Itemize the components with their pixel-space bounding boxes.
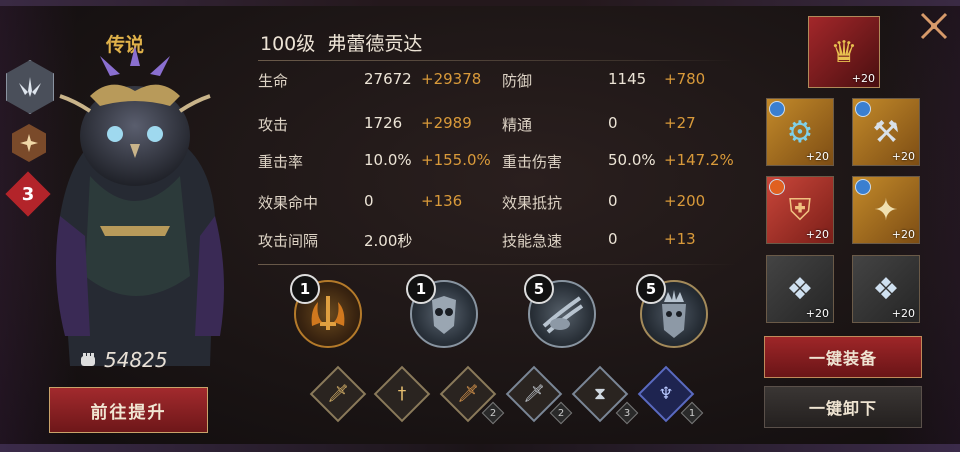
skill-level: 1: [290, 274, 320, 304]
hero-level: 100级: [260, 33, 316, 55]
stat-value: 0: [364, 192, 374, 210]
enhance-level: +20: [851, 72, 875, 85]
enhance-level: +20: [805, 307, 829, 320]
stat-label: 防御: [502, 72, 533, 90]
hero-portrait: [56, 46, 224, 366]
equip-slot-hammer[interactable]: ⚒ +20: [852, 98, 920, 166]
skill-level: 1: [406, 274, 436, 304]
hero-title: 100级 弗蕾德贡达: [260, 29, 422, 56]
equip-slot-crystal-1[interactable]: ❖ +20: [766, 255, 834, 323]
stat-label: 效果命中: [258, 194, 319, 212]
upgrade-button[interactable]: 前往提升: [49, 387, 208, 433]
stat-label: 精通: [502, 116, 533, 134]
stat-row: 生命 27672 +29378 防御 1145 +780: [258, 70, 738, 104]
rune-count: 1: [688, 407, 696, 419]
stat-bonus: +2989: [421, 114, 472, 132]
stat-bonus: +200: [664, 192, 706, 210]
stat-label: 生命: [258, 72, 289, 90]
stat-bonus: +13: [664, 230, 696, 248]
equip-slot-gauntlet[interactable]: ⚙ +20: [766, 98, 834, 166]
stat-bonus: +780: [664, 70, 706, 88]
stat-label: 技能急速: [502, 232, 563, 250]
stat-label: 攻击: [258, 116, 289, 134]
stat-bonus: +27: [664, 114, 696, 132]
stat-value: 2.00秒: [364, 232, 413, 250]
sword-icon: 🗡: [327, 384, 349, 404]
skill-3[interactable]: 5: [524, 274, 596, 348]
rune-count: 3: [623, 407, 631, 419]
bottom-border: [0, 444, 960, 452]
stat-row: 攻击 1726 +2989 精通 0 +27: [258, 114, 738, 148]
crown-icon: ♛: [830, 34, 858, 70]
skill-level: 5: [524, 274, 554, 304]
hero-name: 弗蕾德贡达: [327, 33, 423, 55]
stat-value: 1726: [364, 114, 403, 132]
stat-value: 0: [608, 192, 618, 210]
stat-value: 1145: [608, 70, 647, 88]
blade-icon: 🗡: [523, 384, 545, 404]
stat-label: 效果抵抗: [502, 194, 563, 212]
rune-count: 2: [557, 407, 565, 419]
stat-bonus: +147.2%: [664, 151, 734, 169]
flame-sword-icon: 🗡: [457, 384, 479, 404]
divider: [258, 60, 736, 61]
skill-4[interactable]: 5: [636, 274, 708, 348]
stat-row: 攻击间隔 2.00秒 技能急速 0 +13: [258, 230, 738, 264]
stat-bonus: +136: [421, 192, 463, 210]
close-icon[interactable]: [916, 8, 952, 44]
owl-emblem-icon: ♆: [658, 384, 674, 404]
unequip-all-button[interactable]: 一键卸下: [764, 386, 922, 428]
enhance-level: +20: [891, 307, 915, 320]
stat-value: 50.0%: [608, 151, 656, 169]
stat-value: 27672: [364, 70, 412, 88]
stat-bonus: +29378: [421, 70, 482, 88]
equip-all-button[interactable]: 一键装备: [764, 336, 922, 378]
hourglass-icon: ⧗: [594, 384, 606, 404]
stat-value: 0: [608, 114, 618, 132]
stat-bonus: +155.0%: [421, 151, 491, 169]
skill-1[interactable]: 1: [290, 274, 362, 348]
stat-value: 0: [608, 230, 618, 248]
hero-panel: 传说 3 54825 前往提升: [0, 6, 250, 444]
enhance-level: +20: [891, 150, 915, 163]
skill-level: 5: [636, 274, 666, 304]
enhance-level: +20: [805, 150, 829, 163]
stat-label: 重击率: [258, 153, 304, 171]
divider: [258, 264, 736, 265]
skill-2[interactable]: 1: [406, 274, 478, 348]
stat-row: 重击率 10.0% +155.0% 重击伤害 50.0% +147.2%: [258, 151, 738, 185]
combat-power-value: 54825: [104, 348, 168, 372]
sword-ground-icon: †: [397, 384, 407, 404]
equip-slot-crystal-2[interactable]: ❖ +20: [852, 255, 920, 323]
fist-icon: [81, 353, 95, 366]
equip-slot-bracer[interactable]: ✦ +20: [852, 176, 920, 244]
enhance-level: +20: [805, 228, 829, 241]
equip-slot-crown[interactable]: ♛ +20: [808, 16, 880, 88]
equip-slot-armor[interactable]: ⛨ +20: [766, 176, 834, 244]
rune-count: 2: [489, 407, 497, 419]
combat-power: 54825: [78, 348, 168, 372]
enhance-level: +20: [891, 228, 915, 241]
stat-value: 10.0%: [364, 151, 412, 169]
stat-label: 重击伤害: [502, 153, 563, 171]
stat-row: 效果命中 0 +136 效果抵抗 0 +200: [258, 192, 738, 226]
stat-label: 攻击间隔: [258, 232, 319, 250]
